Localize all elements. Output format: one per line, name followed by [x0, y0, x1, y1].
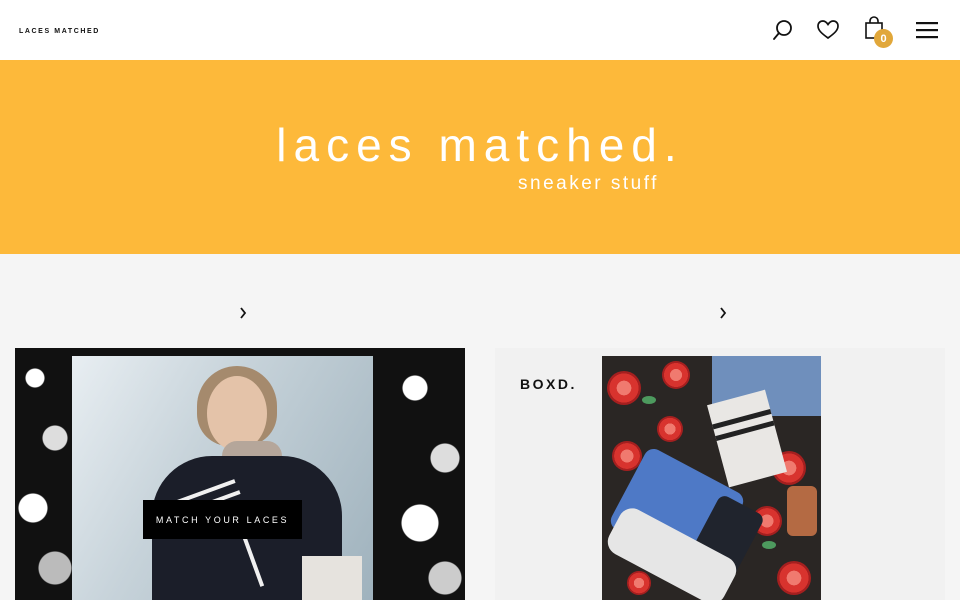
menu-icon — [916, 22, 938, 39]
hero-banner: laces matched. sneaker stuff — [0, 60, 960, 254]
model-photo — [72, 356, 373, 600]
chevron-right-icon[interactable] — [237, 306, 249, 320]
hero-subtitle: sneaker stuff — [518, 173, 659, 194]
promo-card-match-laces[interactable]: MATCH YOUR LACES — [15, 348, 465, 600]
chevron-right-icon[interactable] — [717, 306, 729, 320]
cart-count-badge: 0 — [874, 29, 893, 48]
heart-icon — [817, 20, 839, 40]
site-logo[interactable]: LACES MATCHED — [19, 28, 100, 35]
match-your-laces-button[interactable]: MATCH YOUR LACES — [143, 500, 302, 539]
search-button[interactable] — [770, 17, 796, 43]
menu-button[interactable] — [914, 17, 940, 43]
search-icon — [773, 20, 792, 40]
boxd-brand-label: BOXD. — [520, 376, 577, 392]
sneaker-photo — [602, 356, 821, 600]
promo-card-boxd[interactable]: BOXD. — [495, 348, 945, 600]
hero-title: laces matched. — [276, 119, 684, 171]
header: LACES MATCHED 0 — [0, 0, 960, 60]
wishlist-button[interactable] — [815, 17, 841, 43]
